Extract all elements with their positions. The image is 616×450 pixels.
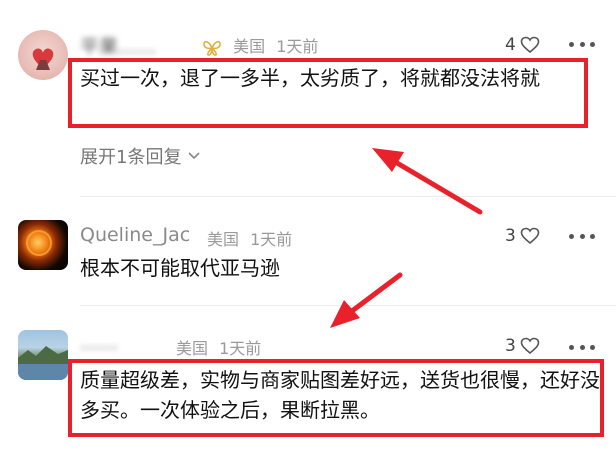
location: 美国 xyxy=(233,37,266,56)
like-count: 3 xyxy=(505,226,516,246)
avatar[interactable] xyxy=(18,330,68,380)
expand-replies-label: 展开1条回复 xyxy=(80,147,182,168)
dot xyxy=(569,234,574,239)
comment-item: Queline_Jac 美国 1天前 3 根本不可能取代亚马逊 xyxy=(0,200,616,305)
location: 美国 xyxy=(176,339,209,358)
timestamp: 1天前 xyxy=(219,339,262,358)
dot xyxy=(590,345,595,350)
avatar[interactable] xyxy=(18,30,68,80)
dot xyxy=(569,42,574,47)
username[interactable]: Queline_Jac xyxy=(80,224,190,246)
chevron-down-icon xyxy=(188,152,201,160)
more-options-button[interactable] xyxy=(569,42,595,48)
username[interactable]: 平果…… xyxy=(80,32,156,59)
dot xyxy=(579,345,585,350)
username[interactable]: …… xyxy=(80,332,118,354)
comment-text: 根本不可能取代亚马逊 xyxy=(80,256,280,280)
comment-item: 平果…… 美国 1天前 4 买过一次，退了一多半，太劣质了，将就都没法将就 展开… xyxy=(0,0,616,200)
dot xyxy=(590,42,595,47)
highlight-box xyxy=(68,359,604,437)
avatar-image-icon xyxy=(26,230,52,256)
comment-meta: 美国 1天前 xyxy=(194,33,318,57)
divider xyxy=(80,196,616,197)
heart-icon xyxy=(520,36,540,54)
like-button[interactable]: 4 xyxy=(505,35,540,55)
dot xyxy=(569,345,574,350)
comment-meta: 美国 1天前 xyxy=(176,335,261,359)
dot xyxy=(579,42,585,47)
highlight-box xyxy=(68,58,588,128)
like-button[interactable]: 3 xyxy=(505,226,540,246)
location: 美国 xyxy=(207,230,240,249)
dot xyxy=(590,234,595,239)
timestamp: 1天前 xyxy=(276,37,319,56)
expand-replies-button[interactable]: 展开1条回复 xyxy=(80,143,201,169)
heart-icon xyxy=(520,337,540,355)
avatar-image-icon xyxy=(32,48,54,70)
avatar[interactable] xyxy=(18,220,68,270)
comment-meta: 美国 1天前 xyxy=(207,226,292,250)
comment-item: …… 美国 1天前 3 质量超级差，实物与商家贴图差好远，送货也很慢，还好没多买… xyxy=(0,305,616,450)
dot xyxy=(579,234,585,239)
butterfly-badge-icon xyxy=(203,40,221,56)
avatar-image-icon xyxy=(18,346,68,380)
like-count: 3 xyxy=(505,336,516,356)
more-options-button[interactable] xyxy=(569,345,595,351)
heart-icon xyxy=(520,227,540,245)
timestamp: 1天前 xyxy=(250,230,293,249)
like-count: 4 xyxy=(505,35,516,55)
like-button[interactable]: 3 xyxy=(505,336,540,356)
more-options-button[interactable] xyxy=(569,234,595,240)
